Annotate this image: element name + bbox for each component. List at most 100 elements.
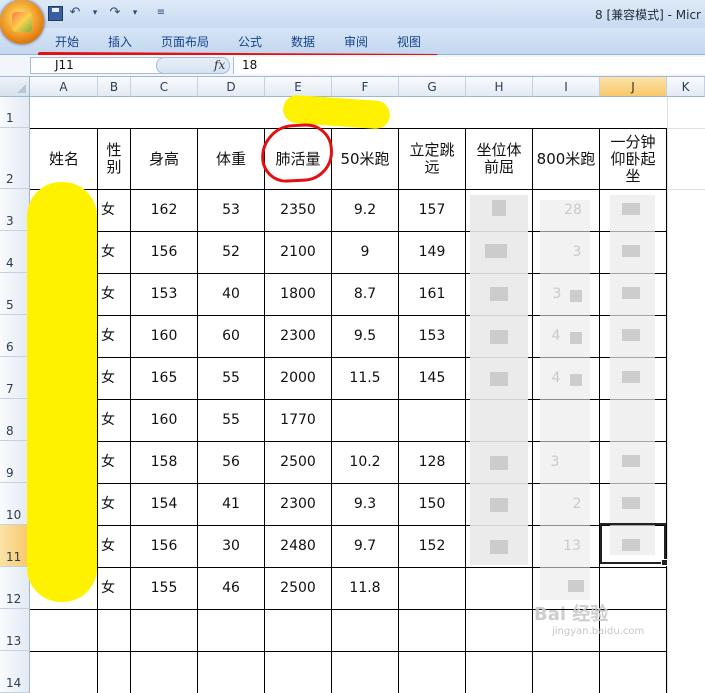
cell-run50[interactable]: 8.7 xyxy=(332,274,398,315)
cell-jump[interactable]: 150 xyxy=(399,484,465,525)
cell-run50[interactable]: 9.5 xyxy=(332,316,398,357)
cell-run50[interactable]: 11.5 xyxy=(332,358,398,399)
row-header-12[interactable]: 12 xyxy=(0,567,30,609)
cell-weight[interactable]: 41 xyxy=(198,484,264,525)
redo-icon[interactable]: ↷ xyxy=(107,5,123,21)
cell-gender[interactable]: 女 xyxy=(98,358,131,399)
cell-weight[interactable]: 30 xyxy=(198,526,264,567)
row-header-14[interactable]: 14 xyxy=(0,651,30,693)
row-header-5[interactable]: 5 xyxy=(0,273,30,315)
cell-gender[interactable]: 女 xyxy=(98,190,131,231)
undo-icon[interactable]: ↶ xyxy=(67,5,83,21)
cell-gender[interactable]: 女 xyxy=(98,400,131,441)
cell-gender[interactable]: 女 xyxy=(98,442,131,483)
row-header-10[interactable]: 10 xyxy=(0,483,30,525)
cell-gender[interactable]: 女 xyxy=(98,526,131,567)
cell-lung[interactable]: 2350 xyxy=(265,190,331,231)
select-all-corner[interactable] xyxy=(0,77,30,97)
cell-height[interactable]: 156 xyxy=(131,526,197,567)
cell-height[interactable]: 155 xyxy=(131,568,197,609)
col-header-e[interactable]: E xyxy=(265,77,332,97)
cell-jump[interactable]: 149 xyxy=(399,232,465,273)
cell-weight[interactable]: 52 xyxy=(198,232,264,273)
cell-run50[interactable]: 9.7 xyxy=(332,526,398,567)
cell-lung[interactable]: 1800 xyxy=(265,274,331,315)
col-header-f[interactable]: F xyxy=(332,77,399,97)
cell-run50[interactable]: 10.2 xyxy=(332,442,398,483)
cell-weight[interactable]: 55 xyxy=(198,400,264,441)
col-header-g[interactable]: G xyxy=(399,77,466,97)
row-header-3[interactable]: 3 xyxy=(0,189,30,231)
tab-home[interactable]: 开始 xyxy=(55,33,79,50)
cell-height[interactable]: 165 xyxy=(131,358,197,399)
tab-view[interactable]: 视图 xyxy=(397,33,421,50)
cell-height[interactable]: 162 xyxy=(131,190,197,231)
cell-height[interactable]: 160 xyxy=(131,400,197,441)
header-situps[interactable]: 一分钟 仰卧起 坐 xyxy=(600,129,666,189)
tab-page-layout[interactable]: 页面布局 xyxy=(161,33,209,50)
header-standing-jump[interactable]: 立定跳 远 xyxy=(399,129,465,189)
cell-weight[interactable]: 46 xyxy=(198,568,264,609)
cell-lung[interactable]: 2480 xyxy=(265,526,331,567)
cell-lung[interactable]: 2000 xyxy=(265,358,331,399)
col-header-h[interactable]: H xyxy=(466,77,533,97)
name-box[interactable]: J11 xyxy=(30,57,176,74)
cell-gender[interactable]: 女 xyxy=(98,316,131,357)
tab-formulas[interactable]: 公式 xyxy=(238,33,262,50)
col-header-a[interactable]: A xyxy=(30,77,98,97)
cell-run50[interactable]: 11.8 xyxy=(332,568,398,609)
cell-lung[interactable]: 2500 xyxy=(265,568,331,609)
cell-jump[interactable]: 161 xyxy=(399,274,465,315)
cell-weight[interactable]: 55 xyxy=(198,358,264,399)
formula-input[interactable]: 18 xyxy=(233,57,705,74)
row-header-8[interactable]: 8 xyxy=(0,399,30,441)
cell-lung[interactable]: 1770 xyxy=(265,400,331,441)
office-button[interactable] xyxy=(0,0,44,44)
col-header-d[interactable]: D xyxy=(198,77,265,97)
cell-jump[interactable]: 157 xyxy=(399,190,465,231)
col-header-c[interactable]: C xyxy=(131,77,198,97)
tab-insert[interactable]: 插入 xyxy=(108,33,132,50)
cell-gender[interactable]: 女 xyxy=(98,484,131,525)
header-height[interactable]: 身高 xyxy=(131,129,197,189)
customize-toolbar-icon[interactable]: ≡ xyxy=(153,5,169,21)
header-sit-and-reach[interactable]: 坐位体 前屈 xyxy=(466,129,532,189)
insert-function-icon[interactable]: fx xyxy=(214,58,225,72)
col-header-b[interactable]: B xyxy=(98,77,131,97)
row-header-6[interactable]: 6 xyxy=(0,315,30,357)
cell-weight[interactable]: 40 xyxy=(198,274,264,315)
row-header-2[interactable]: 2 xyxy=(0,128,30,189)
cell-height[interactable]: 153 xyxy=(131,274,197,315)
cell-gender[interactable]: 女 xyxy=(98,274,131,315)
col-header-k[interactable]: K xyxy=(667,77,705,97)
cell-lung[interactable]: 2500 xyxy=(265,442,331,483)
cell-lung[interactable]: 2300 xyxy=(265,484,331,525)
cell-gender[interactable]: 女 xyxy=(98,568,131,609)
cell-run50[interactable]: 9.2 xyxy=(332,190,398,231)
cell-height[interactable]: 156 xyxy=(131,232,197,273)
selected-cell-j11[interactable] xyxy=(600,523,668,566)
redo-dropdown-icon[interactable]: ▾ xyxy=(127,5,143,21)
row-header-4[interactable]: 4 xyxy=(0,231,30,273)
col-header-j[interactable]: J xyxy=(600,77,667,97)
cell-lung[interactable]: 2100 xyxy=(265,232,331,273)
cell-gender[interactable]: 女 xyxy=(98,232,131,273)
undo-dropdown-icon[interactable]: ▾ xyxy=(87,5,103,21)
cell-weight[interactable]: 56 xyxy=(198,442,264,483)
cell-lung[interactable]: 2300 xyxy=(265,316,331,357)
header-name[interactable]: 姓名 xyxy=(31,129,97,189)
cell-weight[interactable]: 60 xyxy=(198,316,264,357)
row-header-7[interactable]: 7 xyxy=(0,357,30,399)
row-header-13[interactable]: 13 xyxy=(0,609,30,651)
cell-jump[interactable]: 128 xyxy=(399,442,465,483)
cell-height[interactable]: 154 xyxy=(131,484,197,525)
row-header-11[interactable]: 11 xyxy=(0,525,30,567)
header-weight[interactable]: 体重 xyxy=(198,129,264,189)
cell-jump[interactable]: 152 xyxy=(399,526,465,567)
cell-run50[interactable]: 9 xyxy=(332,232,398,273)
cell-jump[interactable]: 153 xyxy=(399,316,465,357)
cell-weight[interactable]: 53 xyxy=(198,190,264,231)
header-50m-run[interactable]: 50米跑 xyxy=(332,129,398,189)
cell-run50[interactable]: 9.3 xyxy=(332,484,398,525)
cell-height[interactable]: 160 xyxy=(131,316,197,357)
